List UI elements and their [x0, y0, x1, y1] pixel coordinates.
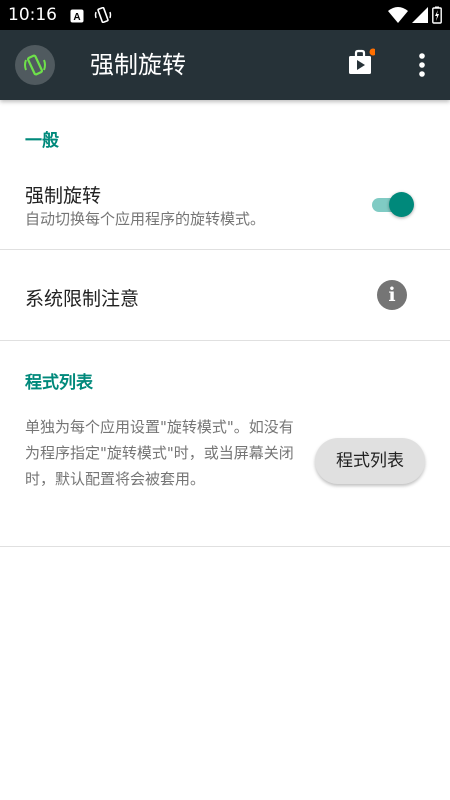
svg-text:A: A	[73, 12, 80, 23]
store-button[interactable]	[347, 48, 377, 76]
wifi-icon	[388, 7, 408, 23]
store-icon	[349, 48, 377, 74]
force-rotation-subtitle: 自动切换每个应用程序的旋转模式。	[25, 210, 266, 228]
section-header-app-list: 程式列表	[25, 373, 93, 393]
status-bar: 10:16 A	[0, 0, 450, 30]
app-list-description: 单独为每个应用设置"旋转模式"。如没有为程序指定"旋转模式"时，或当屏幕关闭时，…	[25, 418, 294, 488]
signal-icon	[412, 7, 428, 23]
app-list-button[interactable]: 程式列表	[315, 438, 425, 484]
rotation-icon	[94, 6, 112, 27]
battery-charging-icon	[432, 6, 442, 24]
info-glyph: i	[388, 284, 396, 306]
switch-thumb	[389, 192, 414, 217]
more-vert-icon	[419, 53, 425, 77]
app-logo	[15, 45, 55, 85]
app-bar: 强制旋转	[0, 30, 450, 100]
section-header-general: 一般	[25, 131, 59, 151]
info-icon[interactable]: i	[377, 280, 407, 310]
rotation-icon	[24, 54, 46, 76]
divider	[0, 340, 450, 341]
status-right-icons	[384, 6, 442, 25]
force-rotation-switch[interactable]	[372, 192, 414, 218]
force-rotation-title: 强制旋转	[25, 185, 102, 207]
status-time: 10:16	[8, 5, 57, 25]
divider	[0, 249, 450, 250]
system-limit-title: 系统限制注意	[25, 288, 140, 310]
app-title: 强制旋转	[90, 51, 186, 79]
divider	[0, 546, 450, 547]
overflow-menu-button[interactable]	[412, 52, 432, 78]
a-icon: A	[70, 8, 84, 27]
